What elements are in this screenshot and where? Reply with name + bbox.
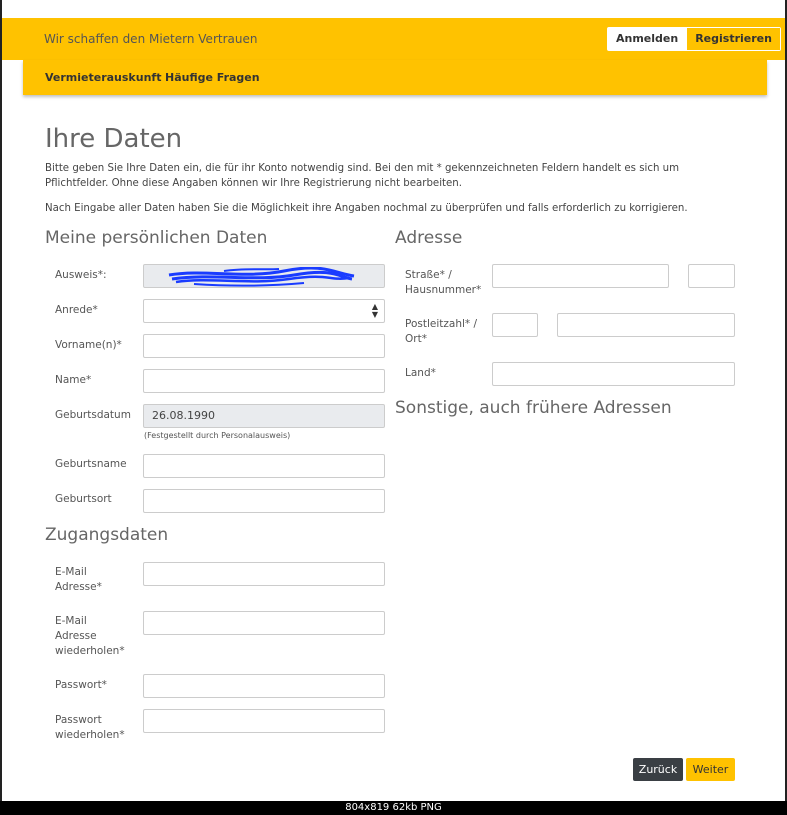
salutation-select[interactable]: ▲ ▼: [143, 299, 385, 323]
next-button[interactable]: Weiter: [686, 758, 735, 781]
main-nav: Vermieterauskunft Häufige Fragen: [23, 60, 767, 95]
name-label: Name*: [55, 374, 92, 386]
street-label: Straße* / Hausnummer*: [405, 269, 482, 296]
zip-label: Postleitzahl* / Ort*: [405, 318, 478, 345]
top-strip: [2, 0, 785, 18]
section-title-personal: Meine persönlichen Daten: [45, 228, 268, 248]
country-label: Land*: [405, 367, 436, 379]
auth-button-group: Anmelden Registrieren: [607, 27, 781, 51]
birthplace-input[interactable]: [143, 489, 385, 513]
email-label: E-Mail Adresse*: [55, 566, 102, 593]
birthdate-field: 26.08.1990: [143, 404, 385, 428]
email-input[interactable]: [143, 562, 385, 586]
back-button[interactable]: Zurück: [633, 758, 683, 781]
password-repeat-label: Passwort wiederholen*: [55, 714, 125, 741]
updown-arrows-icon: ▲ ▼: [371, 302, 378, 319]
password-input[interactable]: [143, 674, 385, 698]
city-input[interactable]: [557, 313, 735, 337]
register-button[interactable]: Registrieren: [686, 28, 780, 50]
zip-input[interactable]: [492, 313, 538, 337]
birthplace-label: Geburtsort: [55, 493, 112, 505]
name-input[interactable]: [143, 369, 385, 393]
salutation-label: Anrede*: [55, 304, 98, 316]
id-field: [143, 264, 385, 288]
tagline: Wir schaffen den Mietern Vertrauen: [44, 32, 258, 46]
page-title: Ihre Daten: [45, 124, 183, 154]
house-number-input[interactable]: [688, 264, 735, 288]
birthdate-label: Geburtsdatum: [55, 409, 131, 421]
email-repeat-label: E-Mail Adresse wiederholen*: [55, 615, 125, 657]
password-repeat-input[interactable]: [143, 709, 385, 733]
login-button[interactable]: Anmelden: [608, 28, 687, 50]
firstname-input[interactable]: [143, 334, 385, 358]
section-title-address: Adresse: [395, 228, 463, 248]
birthname-label: Geburtsname: [55, 458, 127, 470]
email-repeat-input[interactable]: [143, 611, 385, 635]
image-info-bar: 804x819 62kb PNG: [0, 801, 787, 815]
birthname-input[interactable]: [143, 454, 385, 478]
firstname-label: Vorname(n)*: [55, 339, 122, 351]
redaction-scribble: [168, 267, 355, 287]
birthdate-hint: (Festgestellt durch Personalausweis): [144, 431, 291, 440]
nav-item-faq[interactable]: Häufige Fragen: [165, 71, 260, 84]
country-input[interactable]: [492, 362, 735, 386]
header-bar: Wir schaffen den Mietern Vertrauen Anmel…: [2, 18, 785, 60]
section-title-access: Zugangsdaten: [45, 525, 169, 545]
intro-text-2: Nach Eingabe aller Daten haben Sie die M…: [45, 203, 688, 214]
password-label: Passwort*: [55, 679, 107, 691]
nav-item-vermieterauskunft[interactable]: Vermieterauskunft: [45, 71, 161, 84]
id-label: Ausweis*:: [55, 269, 107, 281]
street-input[interactable]: [492, 264, 669, 288]
section-title-other-addresses: Sonstige, auch frühere Adressen: [395, 398, 672, 418]
intro-text: Bitte geben Sie Ihre Daten ein, die für …: [45, 163, 680, 189]
